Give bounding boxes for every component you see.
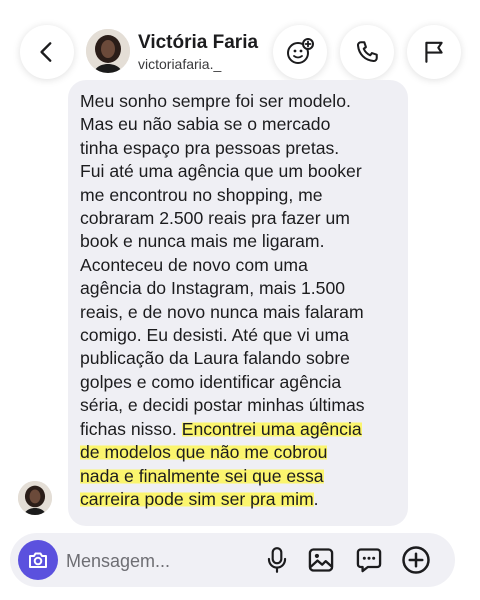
add-more-button[interactable] <box>401 545 431 575</box>
camera-button[interactable] <box>18 540 58 580</box>
message-line: publicação da Laura falando sobre <box>80 348 350 369</box>
chevron-left-icon <box>40 42 52 62</box>
message-line: séria, e decidi postar minhas últimas <box>80 395 365 416</box>
message-line: carreira pode sim ser pra mim. <box>80 488 410 511</box>
message-line: de modelos que não me cobrou <box>80 441 410 464</box>
message-line: Meu sonho sempre foi ser modelo. <box>80 91 351 111</box>
message-segment: . <box>313 488 319 509</box>
message-line: agência do Instagram, mais 1.500 <box>80 278 346 299</box>
gallery-button[interactable] <box>306 545 336 575</box>
sticker-chat-icon <box>356 548 382 573</box>
message-line: me encontrou no shopping, me <box>80 184 323 205</box>
sticker-button[interactable] <box>273 25 327 79</box>
back-button[interactable] <box>20 25 74 79</box>
message-line: fichas nisso. Encontrei uma agência <box>80 418 410 441</box>
sticker-chat-button[interactable] <box>354 545 384 575</box>
highlighted-text: de modelos que não me cobrou <box>80 442 328 463</box>
message-input[interactable] <box>66 549 256 573</box>
message-line: golpes e como identificar agência <box>80 371 342 392</box>
contact-name[interactable]: Victória Faria <box>138 32 258 54</box>
contact-username[interactable]: victoriafaria._ <box>138 56 221 72</box>
message-line: book e nunca mais me ligaram. <box>80 231 325 252</box>
microphone-icon <box>267 547 287 573</box>
sticker-smiley-icon <box>287 38 314 64</box>
camera-icon <box>29 552 47 568</box>
message-segment: fichas nisso. <box>80 418 182 439</box>
message-line: Mas eu não sabia se o mercado <box>80 114 331 135</box>
message-line: cobraram 2.500 reais pra fazer um <box>80 208 350 229</box>
message-line: tinha espaço pra pessoas pretas. <box>80 137 340 158</box>
message-line: Aconteceu de novo com uma <box>80 254 308 275</box>
contact-avatar[interactable] <box>86 29 130 73</box>
avatar-photo <box>18 481 52 515</box>
image-icon <box>308 548 334 572</box>
highlighted-text: Encontrei uma agência <box>181 418 362 439</box>
avatar-photo <box>86 29 130 73</box>
highlighted-text: carreira pode sim ser pra mim <box>80 488 314 509</box>
plus-circle-icon <box>402 546 430 574</box>
phone-icon <box>356 41 378 63</box>
report-flag-button[interactable] <box>407 25 461 79</box>
sender-avatar[interactable] <box>18 481 52 515</box>
message-line: Fui até uma agência que um booker <box>80 161 362 182</box>
highlighted-text: nada e finalmente sei que essa <box>80 465 324 486</box>
voice-message-button[interactable] <box>262 545 292 575</box>
flag-icon <box>425 41 443 63</box>
message-text: Meu sonho sempre foi ser modelo. Mas eu … <box>80 90 410 511</box>
call-button[interactable] <box>340 25 394 79</box>
message-line: comigo. Eu desisti. Até que vi uma <box>80 325 349 346</box>
message-line: nada e finalmente sei que essa <box>80 465 410 488</box>
message-line: reais, e de novo nunca mais falaram <box>80 301 364 322</box>
